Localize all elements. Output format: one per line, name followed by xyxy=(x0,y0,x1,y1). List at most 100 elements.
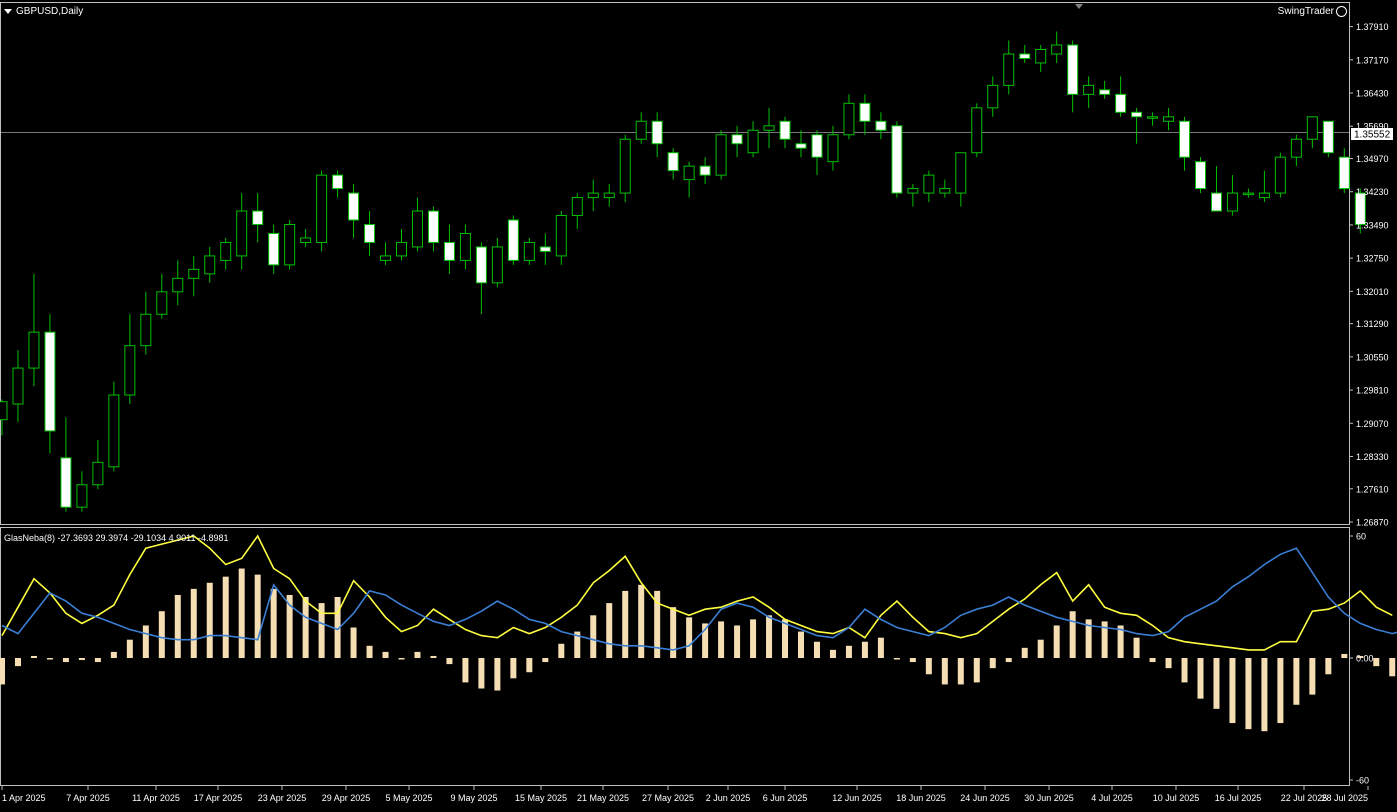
histogram-bar xyxy=(813,641,820,658)
candle-body xyxy=(1147,116,1159,119)
histogram-bar xyxy=(622,590,629,658)
candle xyxy=(76,471,88,512)
price-tick-label: 1.31290 xyxy=(1356,319,1389,329)
candle xyxy=(763,107,775,149)
candle-body xyxy=(683,165,695,181)
candle xyxy=(1083,76,1095,108)
candle xyxy=(28,273,40,387)
time-tick-label: 29 Apr 2025 xyxy=(322,793,371,803)
symbol-title[interactable]: GBPUSD,Daily xyxy=(4,6,83,17)
current-price-tag: 1.35552 xyxy=(1351,128,1393,141)
candle xyxy=(236,193,248,270)
price-tick-label: 1.30550 xyxy=(1356,352,1389,362)
candle-body xyxy=(1306,116,1318,140)
histogram-bar xyxy=(238,568,245,658)
candle xyxy=(60,417,72,512)
candle xyxy=(859,94,871,135)
price-tick-label: 1.27610 xyxy=(1356,484,1389,494)
histogram-bar xyxy=(558,643,565,658)
candle-body xyxy=(396,241,407,257)
candle xyxy=(332,170,344,198)
candle-body xyxy=(1019,53,1031,59)
candle-body xyxy=(316,174,328,243)
candle xyxy=(1067,40,1079,113)
price-axis[interactable]: 1.379101.371701.364301.356901.349701.342… xyxy=(1349,22,1389,528)
candle-body xyxy=(603,192,615,199)
time-tick-label: 28 Jul 2025 xyxy=(1321,793,1368,803)
candle xyxy=(539,233,551,265)
chart-window[interactable]: 1.379101.371701.364301.356901.349701.342… xyxy=(0,0,1397,812)
indicator-tick-label: 60 xyxy=(1356,532,1366,542)
candle xyxy=(124,314,136,404)
candle-body xyxy=(667,152,679,172)
histogram-bar xyxy=(1037,639,1044,658)
time-axis[interactable]: 1 Apr 2025 7 Apr 2025 11 Apr 2025 17 Apr 20… xyxy=(1,786,1369,803)
candle-body xyxy=(44,331,56,432)
candle xyxy=(507,215,519,265)
price-tick-label: 1.29070 xyxy=(1356,419,1389,429)
candle-body xyxy=(763,125,775,131)
time-tick-label: 27 May 2025 xyxy=(642,793,694,803)
time-tick-label: 9 May 2025 xyxy=(450,793,497,803)
candle xyxy=(12,350,24,422)
time-tick-label: 10 Jul 2025 xyxy=(1153,793,1200,803)
histogram-bar xyxy=(430,655,437,658)
histogram-bar xyxy=(925,658,932,675)
histogram-bar xyxy=(1133,637,1140,658)
indicator-tick-label: 0.00 xyxy=(1356,654,1374,664)
candle xyxy=(1051,31,1063,63)
histogram-bar xyxy=(462,658,469,683)
candle xyxy=(587,179,599,212)
candle xyxy=(1147,112,1159,126)
candle-body xyxy=(28,331,40,369)
expert-advisor-label[interactable]: SwingTrader xyxy=(1278,6,1347,17)
histogram-bar xyxy=(1309,658,1316,695)
candle xyxy=(443,224,455,274)
histogram-bar xyxy=(1197,658,1204,699)
histogram-bar xyxy=(494,658,501,691)
candle xyxy=(1242,188,1254,198)
candle-body xyxy=(1035,48,1047,64)
histogram-bar xyxy=(30,655,37,658)
time-tick-label: 21 May 2025 xyxy=(577,793,629,803)
candle-body xyxy=(571,197,583,217)
price-tick-label: 1.29810 xyxy=(1356,386,1389,396)
histogram-bar xyxy=(750,619,757,658)
histogram-bar xyxy=(206,582,213,658)
candle xyxy=(907,184,919,207)
candle xyxy=(731,125,743,158)
candle-body xyxy=(715,134,727,176)
candle xyxy=(667,148,679,180)
indicator-axis[interactable]: 60 0.00 -60 xyxy=(1349,532,1374,786)
candle-body xyxy=(1274,156,1286,194)
candle-body xyxy=(124,345,136,396)
histogram-bar xyxy=(1005,658,1012,663)
candle-body xyxy=(475,246,487,284)
candle xyxy=(811,130,823,176)
histogram-bar xyxy=(1053,625,1060,658)
histogram-bar xyxy=(1021,647,1028,658)
candle-body xyxy=(348,192,360,221)
scroll-marker-icon[interactable] xyxy=(1075,4,1083,9)
candle xyxy=(1003,40,1015,95)
candle-body xyxy=(875,120,887,131)
symbol-title-text: GBPUSD,Daily xyxy=(16,6,84,17)
histogram-bar xyxy=(526,658,533,673)
candle-body xyxy=(284,223,296,266)
candle-body xyxy=(268,232,280,266)
time-tick-label: 2 Jun 2025 xyxy=(706,793,751,803)
candle xyxy=(971,103,983,158)
candle-body xyxy=(491,246,503,284)
candle xyxy=(923,170,935,203)
histogram-bar xyxy=(829,649,836,658)
price-tick-label: 1.28330 xyxy=(1356,452,1389,462)
candle xyxy=(427,206,439,252)
candle xyxy=(571,193,583,229)
candle-body xyxy=(411,210,423,248)
time-tick-label: 23 Apr 2025 xyxy=(258,793,307,803)
candle xyxy=(747,121,759,158)
histogram-bar xyxy=(158,611,165,658)
candle-body xyxy=(364,223,376,243)
histogram-bar xyxy=(110,651,117,658)
indicator-title: GlasNeba(8) -27.3693 29.3974 -29.1034 4.… xyxy=(4,533,229,543)
